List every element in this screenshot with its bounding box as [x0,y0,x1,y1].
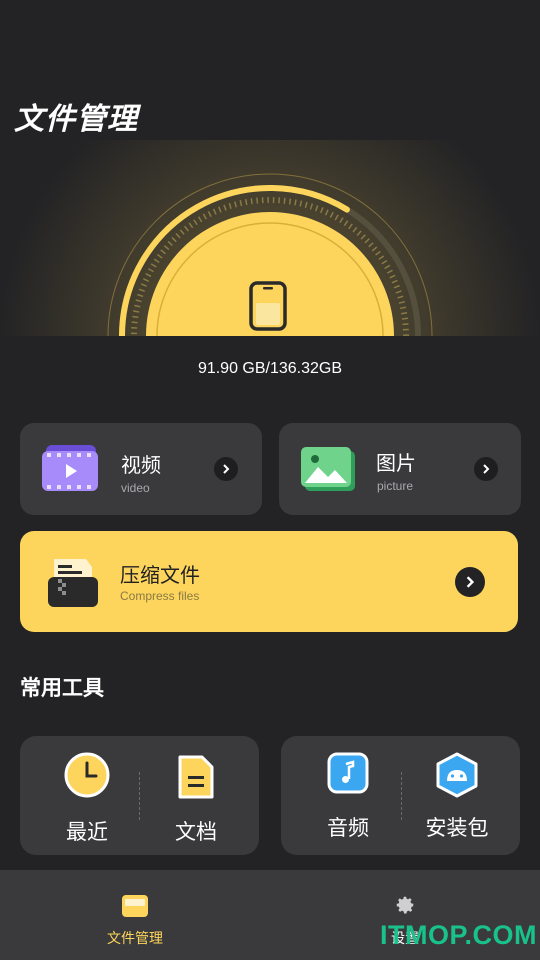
compress-arrow-button[interactable] [455,567,485,597]
page-title: 文件管理 [14,102,138,137]
tool-packages-label: 安装包 [425,816,489,840]
chevron-right-icon [223,464,230,474]
tools-group-right: 音频 安装包 [281,736,520,855]
clock-icon [64,752,110,798]
compress-subtitle: Compress files [120,589,200,603]
android-icon [436,752,478,798]
tools-section-title: 常用工具 [20,676,104,700]
tool-audio-label: 音频 [327,816,369,840]
tool-divider [139,772,140,820]
compress-title: 压缩文件 [120,563,200,587]
tool-recent[interactable]: 最近 [32,736,142,855]
chevron-right-icon [483,464,490,474]
tool-recent-label: 最近 [66,820,108,844]
tool-documents-label: 文档 [175,820,217,844]
video-arrow-button[interactable] [214,457,238,481]
chevron-right-icon [466,576,475,588]
video-icon [42,445,98,491]
archive-icon [48,559,98,607]
video-subtitle: video [121,481,150,495]
compress-category-card[interactable]: 压缩文件 Compress files [20,531,518,632]
storage-gauge [0,140,540,336]
nav-label-file-manager: 文件管理 [107,931,163,947]
tool-packages[interactable]: 安装包 [402,736,512,855]
video-title: 视频 [121,453,161,477]
video-category-card[interactable]: 视频 video [20,423,262,515]
tool-audio[interactable]: 音频 [293,736,403,855]
picture-category-card[interactable]: 图片 picture [279,423,521,515]
storage-usage-text: 91.90 GB/136.32GB [197,360,343,377]
tools-group-left: 最近 文档 [20,736,259,855]
picture-title: 图片 [376,451,416,475]
picture-icon [301,447,355,491]
watermark: ITMOP.COM [380,920,538,950]
music-icon [327,752,369,794]
picture-subtitle: picture [377,479,414,493]
nav-item-file-manager[interactable]: 文件管理 [65,870,205,960]
folder-icon [122,895,148,917]
document-icon [178,755,214,799]
tool-documents[interactable]: 文档 [141,736,251,855]
picture-arrow-button[interactable] [474,457,498,481]
gear-icon [396,896,414,914]
